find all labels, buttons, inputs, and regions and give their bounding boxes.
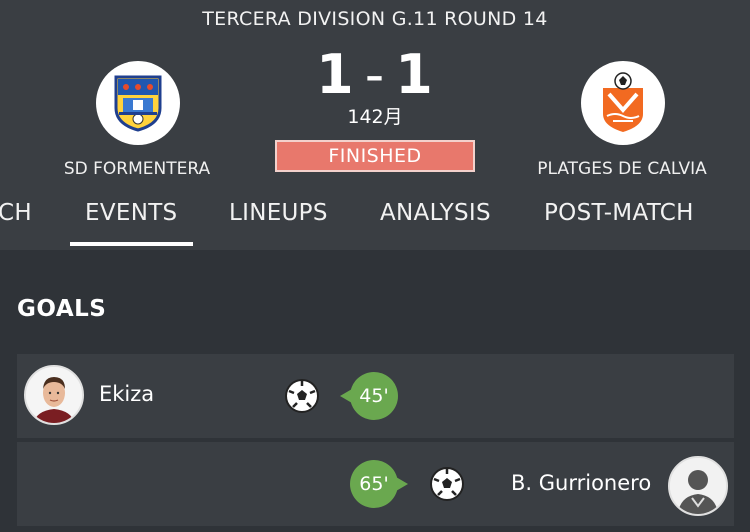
tab-lineups[interactable]: LINEUPS bbox=[229, 200, 328, 226]
goals-section-title: GOALS bbox=[17, 296, 107, 322]
goal-event-row[interactable]: 65' B. Gurrionero bbox=[17, 442, 734, 526]
goal-event-row[interactable]: Ekiza 45' bbox=[17, 354, 734, 438]
goal-minute-badge: 45' bbox=[340, 372, 398, 420]
platges-de-calvia-crest-icon bbox=[603, 72, 643, 132]
competition-title: TERCERA DIVISION G.11 ROUND 14 bbox=[202, 8, 548, 30]
match-header: TERCERA DIVISION G.11 ROUND 14 SD FORMEN… bbox=[0, 0, 750, 250]
player-avatar[interactable] bbox=[24, 365, 84, 425]
home-team-name[interactable]: SD FORMENTERA bbox=[17, 159, 257, 179]
tab-post-match[interactable]: POST-MATCH bbox=[544, 200, 694, 226]
player-avatar[interactable] bbox=[668, 456, 728, 516]
goal-scorer-name[interactable]: B. Gurrionero bbox=[511, 471, 651, 495]
away-score: 1 bbox=[395, 43, 434, 106]
soccer-ball-icon bbox=[430, 467, 464, 501]
soccer-ball-icon bbox=[285, 379, 319, 413]
player-silhouette-icon bbox=[670, 458, 726, 514]
tab-analysis[interactable]: ANALYSIS bbox=[380, 200, 491, 226]
home-score: 1 bbox=[316, 43, 355, 106]
tab-match[interactable]: CH bbox=[0, 200, 32, 226]
active-tab-indicator bbox=[70, 242, 193, 246]
player-photo-icon bbox=[26, 367, 82, 423]
goal-scorer-name[interactable]: Ekiza bbox=[99, 382, 154, 406]
score-separator: - bbox=[364, 43, 386, 106]
match-status-badge: FINISHED bbox=[275, 140, 475, 172]
away-team-logo[interactable] bbox=[581, 61, 665, 145]
tab-events[interactable]: EVENTS bbox=[85, 200, 177, 226]
away-team-name[interactable]: PLATGES DE CALVIA bbox=[502, 159, 742, 179]
goal-minute-badge: 65' bbox=[350, 460, 408, 508]
